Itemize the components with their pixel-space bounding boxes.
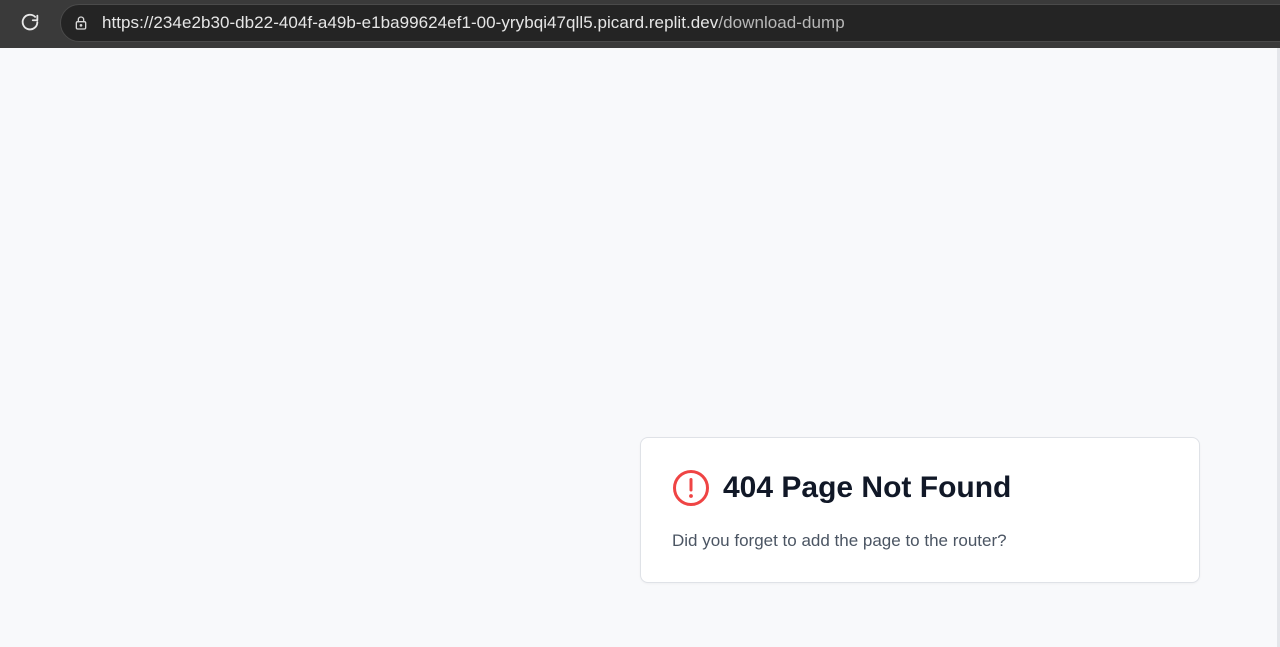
error-card: 404 Page Not Found Did you forget to add… [640, 437, 1200, 583]
url-path: /download-dump [718, 13, 845, 32]
alert-circle-icon [672, 469, 710, 507]
browser-toolbar: https://234e2b30-db22-404f-a49b-e1ba9962… [0, 0, 1280, 48]
url-text[interactable]: https://234e2b30-db22-404f-a49b-e1ba9962… [102, 13, 845, 33]
page-content: 404 Page Not Found Did you forget to add… [0, 48, 1280, 647]
reload-icon [19, 12, 41, 39]
reload-button[interactable] [14, 9, 46, 41]
url-base: https://234e2b30-db22-404f-a49b-e1ba9962… [102, 13, 719, 32]
error-message: Did you forget to add the page to the ro… [672, 531, 1007, 550]
lock-icon[interactable] [72, 14, 90, 32]
page-title: 404 Page Not Found [723, 471, 1012, 504]
error-card-header: 404 Page Not Found [672, 469, 1011, 507]
address-bar[interactable]: https://234e2b30-db22-404f-a49b-e1ba9962… [60, 4, 1280, 42]
